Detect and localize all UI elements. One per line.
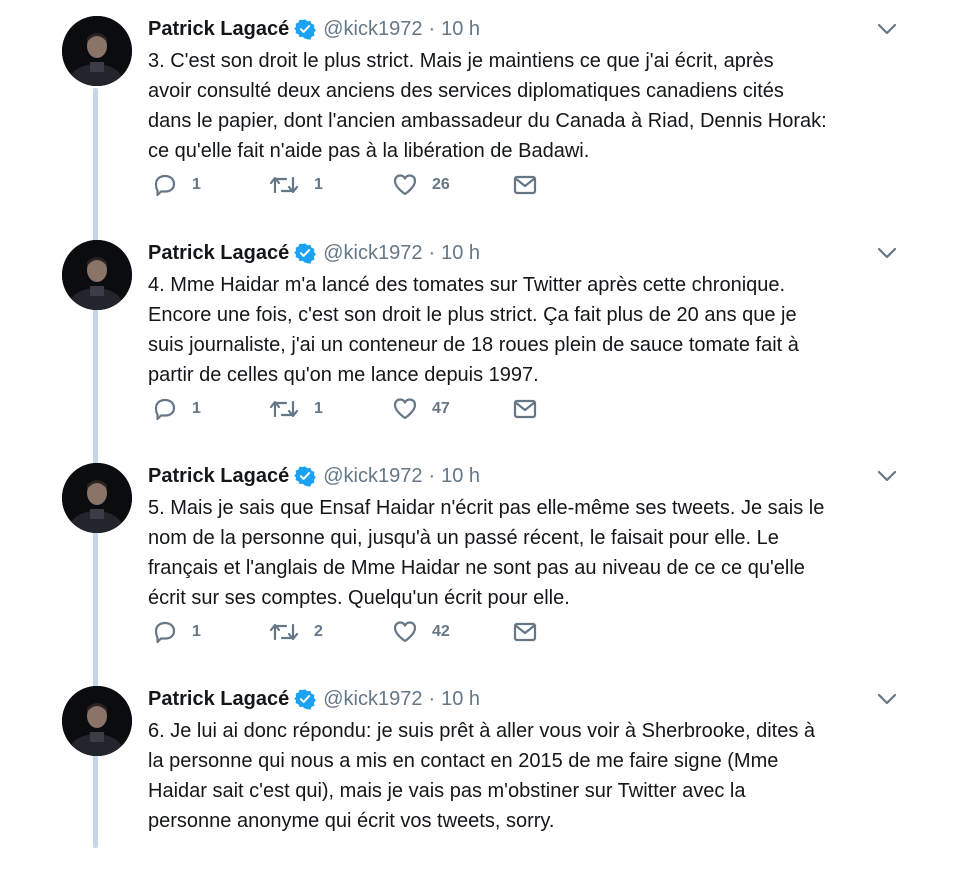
direct-message-button[interactable] (512, 394, 538, 424)
tweet-text-line: 3. C'est son droit le plus strict. Mais … (148, 50, 774, 72)
tweet-header: Patrick Lagacé @kick1972 · 10 h (148, 238, 480, 268)
author-name[interactable]: Patrick Lagacé (148, 465, 289, 488)
like-count: 26 (432, 176, 450, 193)
chevron-down-icon[interactable] (876, 22, 898, 36)
tweet[interactable]: Patrick Lagacé @kick1972 · 10 h 5. Mais … (0, 447, 956, 671)
like-button[interactable]: 26 (392, 170, 450, 200)
author-name[interactable]: Patrick Lagacé (148, 242, 289, 265)
reply-button[interactable]: 1 (152, 394, 201, 424)
tweet-header: Patrick Lagacé @kick1972 · 10 h (148, 461, 480, 491)
like-icon (393, 398, 417, 420)
tweet-text: 6. Je lui ai donc répondu: je suis prêt … (148, 716, 908, 836)
tweet-text: 3. C'est son droit le plus strict. Mais … (148, 46, 908, 166)
direct-message-button[interactable] (512, 170, 538, 200)
tweet-text-line: nom de la personne qui, jusqu'à un passé… (148, 527, 779, 549)
verified-badge-icon (294, 688, 317, 710)
tweet-text-line: Encore une fois, c'est son droit le plus… (148, 304, 797, 326)
tweet-actions: 1 1 26 (148, 170, 568, 200)
avatar[interactable] (62, 463, 132, 533)
author-handle[interactable]: @kick1972 (323, 688, 422, 711)
tweet-text-line: 5. Mais je sais que Ensaf Haidar n'écrit… (148, 497, 825, 519)
chevron-down-icon[interactable] (876, 246, 898, 260)
direct-message-button[interactable] (512, 617, 538, 647)
separator-dot: · (428, 241, 436, 264)
tweet-actions: 1 2 42 (148, 617, 568, 647)
tweet-text-line: français et l'anglais de Mme Haidar ne s… (148, 557, 805, 579)
tweet-text: 5. Mais je sais que Ensaf Haidar n'écrit… (148, 493, 908, 613)
retweet-button[interactable]: 1 (268, 394, 323, 424)
retweet-icon (269, 400, 299, 418)
tweet-text-line: 4. Mme Haidar m'a lancé des tomates sur … (148, 274, 786, 296)
avatar[interactable] (62, 16, 132, 86)
author-name[interactable]: Patrick Lagacé (148, 18, 289, 41)
author-handle[interactable]: @kick1972 (323, 242, 422, 265)
verified-badge-icon (294, 18, 317, 40)
tweet-text-line: la personne qui nous a mis en contact en… (148, 750, 779, 772)
like-icon (393, 621, 417, 643)
tweet-text-line: écrit sur ses comptes. Quelqu'un écrit p… (148, 587, 570, 609)
tweet-actions: 1 1 47 (148, 394, 568, 424)
verified-badge-icon (294, 242, 317, 264)
retweet-count: 1 (314, 400, 323, 417)
reply-icon (154, 621, 176, 644)
tweet[interactable]: Patrick Lagacé @kick1972 · 10 h 3. C'est… (0, 0, 956, 224)
tweet-text-line: personne anonyme qui écrit vos tweets, s… (148, 810, 555, 832)
timestamp[interactable]: 10 h (441, 242, 480, 265)
tweet-text: 4. Mme Haidar m'a lancé des tomates sur … (148, 270, 908, 390)
chevron-down-icon[interactable] (876, 692, 898, 706)
tweet-header: Patrick Lagacé @kick1972 · 10 h (148, 14, 480, 44)
timestamp[interactable]: 10 h (441, 688, 480, 711)
like-icon (393, 174, 417, 196)
tweet[interactable]: Patrick Lagacé @kick1972 · 10 h 6. Je lu… (0, 670, 956, 894)
avatar[interactable] (62, 686, 132, 756)
verified-badge-icon (294, 465, 317, 487)
tweet-header: Patrick Lagacé @kick1972 · 10 h (148, 684, 480, 714)
retweet-count: 2 (314, 623, 323, 640)
separator-dot: · (428, 17, 436, 40)
chevron-down-icon[interactable] (876, 469, 898, 483)
author-handle[interactable]: @kick1972 (323, 465, 422, 488)
like-count: 42 (432, 623, 450, 640)
reply-button[interactable]: 1 (152, 170, 201, 200)
timestamp[interactable]: 10 h (441, 465, 480, 488)
retweet-button[interactable]: 2 (268, 617, 323, 647)
retweet-icon (269, 176, 299, 194)
tweet-text-line: partir de celles qu'on me lance depuis 1… (148, 364, 539, 386)
timestamp[interactable]: 10 h (441, 18, 480, 41)
tweet-text-line: dans le papier, dont l'ancien ambassadeu… (148, 110, 827, 132)
tweet-text-line: avoir consulté deux anciens des services… (148, 80, 784, 102)
separator-dot: · (428, 464, 436, 487)
direct-message-icon (513, 622, 537, 642)
reply-count: 1 (192, 176, 201, 193)
author-handle[interactable]: @kick1972 (323, 18, 422, 41)
like-button[interactable]: 47 (392, 394, 450, 424)
reply-count: 1 (192, 400, 201, 417)
tweet-text-line: ce qu'elle fait n'aide pas à la libérati… (148, 140, 590, 162)
tweet-text-line: 6. Je lui ai donc répondu: je suis prêt … (148, 720, 816, 742)
tweet-text-line: suis journaliste, j'ai un conteneur de 1… (148, 334, 799, 356)
avatar[interactable] (62, 240, 132, 310)
reply-count: 1 (192, 623, 201, 640)
reply-icon (154, 174, 176, 197)
retweet-count: 1 (314, 176, 323, 193)
author-name[interactable]: Patrick Lagacé (148, 688, 289, 711)
separator-dot: · (428, 687, 436, 710)
like-button[interactable]: 42 (392, 617, 450, 647)
retweet-icon (269, 623, 299, 641)
retweet-button[interactable]: 1 (268, 170, 323, 200)
direct-message-icon (513, 399, 537, 419)
reply-button[interactable]: 1 (152, 617, 201, 647)
tweet[interactable]: Patrick Lagacé @kick1972 · 10 h 4. Mme H… (0, 224, 956, 448)
reply-icon (154, 398, 176, 421)
direct-message-icon (513, 175, 537, 195)
tweet-text-line: Haidar sait c'est qui), mais je vais pas… (148, 780, 746, 802)
like-count: 47 (432, 400, 450, 417)
